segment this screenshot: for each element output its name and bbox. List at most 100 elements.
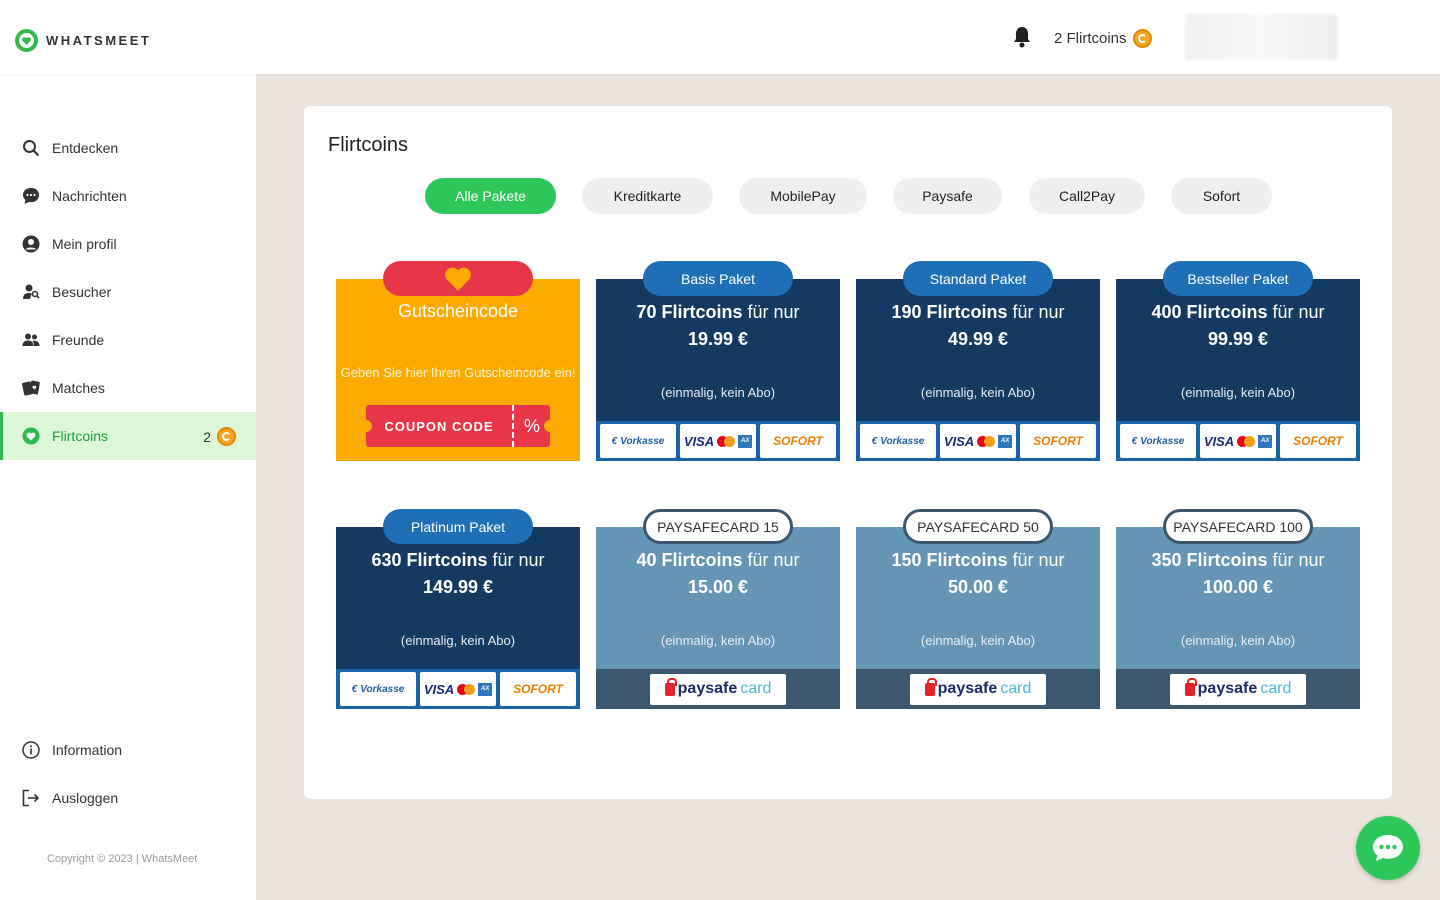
package-amount: 70 Flirtcoins für nur 19.99 € xyxy=(596,299,840,353)
mastercard-icon xyxy=(717,435,736,447)
friends-icon xyxy=(22,331,40,349)
package-price: 15.00 € xyxy=(687,577,749,597)
package-coins: 350 Flirtcoins xyxy=(1151,550,1268,570)
package-tag: PAYSAFECARD 15 xyxy=(643,509,793,544)
sidebar-item-label: Flirtcoins xyxy=(52,428,109,444)
sidebar-item-nachrichten[interactable]: Nachrichten xyxy=(0,172,256,220)
package-note: (einmalig, kein Abo) xyxy=(660,385,776,400)
percent-icon: % xyxy=(512,405,550,447)
tab-call2pay[interactable]: Call2Pay xyxy=(1029,178,1145,214)
package-price: 100.00 € xyxy=(1202,577,1274,597)
package-card-platinum[interactable]: Platinum Paket 630 Flirtcoins für nur 149… xyxy=(336,509,580,709)
voucher-title: Gutscheincode xyxy=(397,301,519,321)
package-for: für nur xyxy=(1012,550,1065,570)
package-price: 149.99 € xyxy=(422,577,494,597)
sofort-logo: SOFORT xyxy=(1280,424,1356,458)
coin-balance-label: 2 Flirtcoins xyxy=(1054,30,1127,47)
visa-mastercard-logo: VISA AX xyxy=(420,672,496,706)
matches-icon xyxy=(22,379,40,397)
mastercard-icon xyxy=(457,683,476,695)
sidebar-item-ausloggen[interactable]: Ausloggen xyxy=(0,774,256,822)
chat-fab-button[interactable] xyxy=(1356,816,1420,880)
package-card-paysafecard-50[interactable]: PAYSAFECARD 50 150 Flirtcoins für nur 50.… xyxy=(856,509,1100,709)
sofort-logo: SOFORT xyxy=(1020,424,1096,458)
flirtcoin-icon xyxy=(217,427,236,446)
coin-balance[interactable]: 2 Flirtcoins xyxy=(1054,29,1152,48)
visitor-icon xyxy=(22,283,40,301)
package-card-bestseller[interactable]: Bestseller Paket 400 Flirtcoins für nur 9… xyxy=(1116,261,1360,461)
payment-methods: € Vorkasse VISA AX SOFORT xyxy=(1116,421,1360,461)
euro-icon: € xyxy=(351,683,358,695)
vorkasse-logo-text: Vorkasse xyxy=(620,435,665,447)
package-note: (einmalig, kein Abo) xyxy=(1180,633,1296,648)
package-coins: 70 Flirtcoins xyxy=(636,302,743,322)
package-note: (einmalig, kein Abo) xyxy=(400,633,516,648)
tab-paysafe[interactable]: Paysafe xyxy=(893,178,1002,214)
package-card-paysafecard-15[interactable]: PAYSAFECARD 15 40 Flirtcoins für nur 15.0… xyxy=(596,509,840,709)
visa-mastercard-logo: VISA AX xyxy=(1200,424,1276,458)
sidebar-bottom-nav: Information Ausloggen xyxy=(0,726,256,822)
logo[interactable]: WHATSMEET xyxy=(15,29,151,52)
sidebar-item-label: Mein profil xyxy=(52,236,117,252)
sidebar-item-matches[interactable]: Matches xyxy=(0,364,256,412)
sidebar-item-entdecken[interactable]: Entdecken xyxy=(0,124,256,172)
package-note: (einmalig, kein Abo) xyxy=(660,633,776,648)
sidebar-item-besucher[interactable]: Besucher xyxy=(0,268,256,316)
vorkasse-logo-text: Vorkasse xyxy=(360,683,405,695)
sidebar-item-mein-profil[interactable]: Mein profil xyxy=(0,220,256,268)
visa-mastercard-logo: VISA AX xyxy=(680,424,756,458)
package-coins: 150 Flirtcoins xyxy=(891,550,1008,570)
flirtcoin-count: 2 xyxy=(203,428,211,445)
logo-heart-icon xyxy=(15,29,38,52)
voucher-card[interactable]: Gutscheincode Geben Sie hier Ihren Gutsc… xyxy=(336,261,580,461)
package-price: 99.99 € xyxy=(1207,329,1269,349)
tab-kreditkarte[interactable]: Kreditkarte xyxy=(582,178,713,214)
tab-sofort[interactable]: Sofort xyxy=(1171,178,1272,214)
flirtcoin-count-badge: 2 xyxy=(203,427,236,446)
sidebar-item-flirtcoins[interactable]: Flirtcoins 2 xyxy=(0,412,256,460)
logout-icon xyxy=(22,789,40,807)
copyright-text: Copyright © 2023 | WhatsMeet xyxy=(47,853,198,865)
voucher-heart-tag xyxy=(383,261,533,296)
visa-logo-text: VISA xyxy=(943,433,975,449)
package-for: für nur xyxy=(747,302,800,322)
payment-methods: € Vorkasse VISA AX SOFORT xyxy=(856,421,1100,461)
package-note: (einmalig, kein Abo) xyxy=(920,385,1036,400)
voucher-note: Geben Sie hier Ihren Gutscheincode ein! xyxy=(340,365,576,380)
package-card-basis[interactable]: Basis Paket 70 Flirtcoins für nur 19.99 €… xyxy=(596,261,840,461)
visa-logo-text: VISA xyxy=(423,681,455,697)
package-amount: 150 Flirtcoins für nur 50.00 € xyxy=(856,547,1100,601)
sofort-logo: SOFORT xyxy=(500,672,576,706)
vorkasse-logo: € Vorkasse xyxy=(1120,424,1196,458)
paysafe-text: paysafe xyxy=(677,680,738,697)
coupon-code-button[interactable]: COUPON CODE % xyxy=(360,405,556,447)
sidebar-item-label: Entdecken xyxy=(52,140,119,156)
package-card-paysafecard-100[interactable]: PAYSAFECARD 100 350 Flirtcoins für nur 10… xyxy=(1116,509,1360,709)
package-note: (einmalig, kein Abo) xyxy=(1180,385,1296,400)
payment-methods: paysafe card xyxy=(856,669,1100,709)
lock-icon xyxy=(924,677,937,696)
sidebar-item-label: Freunde xyxy=(52,332,105,348)
tab-mobilepay[interactable]: MobilePay xyxy=(739,178,867,214)
package-card-standard[interactable]: Standard Paket 190 Flirtcoins für nur 49.… xyxy=(856,261,1100,461)
amex-icon: AX xyxy=(478,682,493,696)
flirtcoin-icon xyxy=(1132,29,1152,48)
chat-icon xyxy=(22,187,40,205)
notifications-bell-icon[interactable] xyxy=(1012,26,1032,48)
tab-alle-pakete[interactable]: Alle Pakete xyxy=(425,178,556,214)
vorkasse-logo-text: Vorkasse xyxy=(880,435,925,447)
heart-icon xyxy=(445,267,471,291)
sidebar-item-label: Besucher xyxy=(52,284,112,300)
euro-icon: € xyxy=(871,435,878,447)
package-for: für nur xyxy=(1272,302,1325,322)
payment-methods: € Vorkasse VISA AX SOFORT xyxy=(336,669,580,709)
sidebar-item-freunde[interactable]: Freunde xyxy=(0,316,256,364)
lock-icon xyxy=(1184,677,1197,696)
package-tag: Standard Paket xyxy=(903,261,1053,296)
user-profile-menu[interactable] xyxy=(1185,14,1338,60)
package-amount: 190 Flirtcoins für nur 49.99 € xyxy=(856,299,1100,353)
sidebar-item-information[interactable]: Information xyxy=(0,726,256,774)
sofort-logo: SOFORT xyxy=(760,424,836,458)
package-tag: PAYSAFECARD 50 xyxy=(903,509,1053,544)
euro-icon: € xyxy=(1131,435,1138,447)
